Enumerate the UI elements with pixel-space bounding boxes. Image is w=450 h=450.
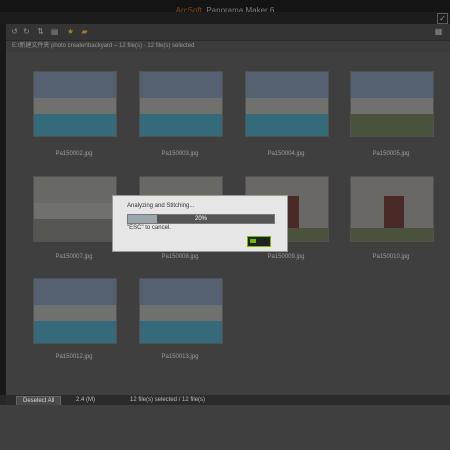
selection-count: 12 file(s) selected / 12 file(s) [130,397,206,403]
nvidia-eye-icon [250,239,256,243]
progress-bar: 20% [127,214,275,224]
progress-percent: 20% [194,216,207,222]
dialog-title: Analyzing and Stitching... [127,203,195,209]
progress-dialog: Analyzing and Stitching... 20% "ESC" to … [112,195,288,252]
cancel-hint: "ESC" to cancel. [127,225,171,231]
bottom-panel [0,405,450,450]
selection-size: 2.4 (M) [76,397,96,403]
status-bar: Deselect All 2.4 (M) 12 file(s) selected… [6,395,450,406]
nvidia-logo [247,236,271,247]
